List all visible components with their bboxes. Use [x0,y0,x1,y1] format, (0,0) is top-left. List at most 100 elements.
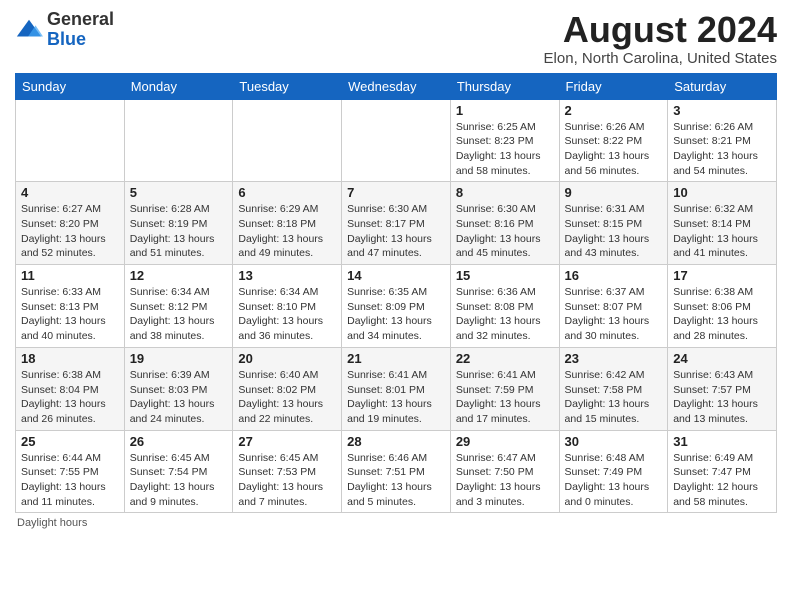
day-info: Sunrise: 6:32 AM Sunset: 8:14 PM Dayligh… [673,202,771,261]
calendar-day-cell: 17 Sunrise: 6:38 AM Sunset: 8:06 PM Dayli… [668,265,777,348]
calendar-week-row: 18 Sunrise: 6:38 AM Sunset: 8:04 PM Dayli… [16,347,777,430]
day-info: Sunrise: 6:47 AM Sunset: 7:50 PM Dayligh… [456,451,554,510]
day-number: 14 [347,268,445,283]
day-info: Sunrise: 6:34 AM Sunset: 8:10 PM Dayligh… [238,285,336,344]
day-info: Sunrise: 6:41 AM Sunset: 7:59 PM Dayligh… [456,368,554,427]
calendar-table: SundayMondayTuesdayWednesdayThursdayFrid… [15,73,777,514]
location-subtitle: Elon, North Carolina, United States [544,50,777,67]
calendar-day-cell: 30Sunrise: 6:48 AM Sunset: 7:49 PM Dayli… [559,430,668,513]
day-number: 18 [21,351,119,366]
calendar-day-cell: 21 Sunrise: 6:41 AM Sunset: 8:01 PM Dayli… [342,347,451,430]
calendar-day-cell: 5Sunrise: 6:28 AM Sunset: 8:19 PM Daylig… [124,182,233,265]
day-number: 22 [456,351,554,366]
logo-icon [15,16,43,44]
day-info: Sunrise: 6:44 AM Sunset: 7:55 PM Dayligh… [21,451,119,510]
calendar-day-cell: 3 Sunrise: 6:26 AM Sunset: 8:21 PM Daylig… [668,99,777,182]
calendar-header-row: SundayMondayTuesdayWednesdayThursdayFrid… [16,73,777,99]
calendar-day-cell: 22 Sunrise: 6:41 AM Sunset: 7:59 PM Dayli… [450,347,559,430]
calendar-day-cell: 8Sunrise: 6:30 AM Sunset: 8:16 PM Daylig… [450,182,559,265]
day-number: 31 [673,434,771,449]
day-info: Sunrise: 6:40 AM Sunset: 8:02 PM Dayligh… [238,368,336,427]
day-info: Sunrise: 6:42 AM Sunset: 7:58 PM Dayligh… [565,368,663,427]
calendar-day-header: Sunday [16,73,125,99]
calendar-day-cell [16,99,125,182]
calendar-day-header: Monday [124,73,233,99]
calendar-day-cell: 31 Sunrise: 6:49 AM Sunset: 7:47 PM Dayli… [668,430,777,513]
day-info: Sunrise: 6:41 AM Sunset: 8:01 PM Dayligh… [347,368,445,427]
calendar-day-cell: 1 Sunrise: 6:25 AM Sunset: 8:23 PM Daylig… [450,99,559,182]
calendar-day-cell: 12Sunrise: 6:34 AM Sunset: 8:12 PM Dayli… [124,265,233,348]
day-number: 26 [130,434,228,449]
day-number: 25 [21,434,119,449]
day-number: 3 [673,103,771,118]
day-number: 21 [347,351,445,366]
day-info: Sunrise: 6:33 AM Sunset: 8:13 PM Dayligh… [21,285,119,344]
day-number: 19 [130,351,228,366]
day-info: Sunrise: 6:45 AM Sunset: 7:54 PM Dayligh… [130,451,228,510]
day-number: 11 [21,268,119,283]
day-info: Sunrise: 6:25 AM Sunset: 8:23 PM Dayligh… [456,120,554,179]
day-info: Sunrise: 6:35 AM Sunset: 8:09 PM Dayligh… [347,285,445,344]
day-info: Sunrise: 6:31 AM Sunset: 8:15 PM Dayligh… [565,202,663,261]
day-info: Sunrise: 6:36 AM Sunset: 8:08 PM Dayligh… [456,285,554,344]
calendar-day-cell: 20 Sunrise: 6:40 AM Sunset: 8:02 PM Dayli… [233,347,342,430]
calendar-day-cell: 16 Sunrise: 6:37 AM Sunset: 8:07 PM Dayli… [559,265,668,348]
day-number: 17 [673,268,771,283]
calendar-day-cell [233,99,342,182]
calendar-day-cell: 13 Sunrise: 6:34 AM Sunset: 8:10 PM Dayli… [233,265,342,348]
day-number: 16 [565,268,663,283]
day-info: Sunrise: 6:34 AM Sunset: 8:12 PM Dayligh… [130,285,228,344]
month-title: August 2024 [544,10,777,50]
day-info: Sunrise: 6:39 AM Sunset: 8:03 PM Dayligh… [130,368,228,427]
day-info: Sunrise: 6:38 AM Sunset: 8:06 PM Dayligh… [673,285,771,344]
day-info: Sunrise: 6:38 AM Sunset: 8:04 PM Dayligh… [21,368,119,427]
day-number: 13 [238,268,336,283]
calendar-day-header: Tuesday [233,73,342,99]
calendar-week-row: 25 Sunrise: 6:44 AM Sunset: 7:55 PM Dayli… [16,430,777,513]
calendar-day-cell: 27 Sunrise: 6:45 AM Sunset: 7:53 PM Dayli… [233,430,342,513]
day-info: Sunrise: 6:26 AM Sunset: 8:21 PM Dayligh… [673,120,771,179]
day-info: Sunrise: 6:27 AM Sunset: 8:20 PM Dayligh… [21,202,119,261]
day-info: Sunrise: 6:37 AM Sunset: 8:07 PM Dayligh… [565,285,663,344]
calendar-day-cell: 14 Sunrise: 6:35 AM Sunset: 8:09 PM Dayli… [342,265,451,348]
calendar-day-cell: 15 Sunrise: 6:36 AM Sunset: 8:08 PM Dayli… [450,265,559,348]
day-info: Sunrise: 6:48 AM Sunset: 7:49 PM Dayligh… [565,451,663,510]
day-info: Sunrise: 6:30 AM Sunset: 8:16 PM Dayligh… [456,202,554,261]
day-number: 20 [238,351,336,366]
calendar-day-cell: 25 Sunrise: 6:44 AM Sunset: 7:55 PM Dayli… [16,430,125,513]
calendar-day-cell: 6Sunrise: 6:29 AM Sunset: 8:18 PM Daylig… [233,182,342,265]
calendar-day-cell [342,99,451,182]
day-info: Sunrise: 6:26 AM Sunset: 8:22 PM Dayligh… [565,120,663,179]
calendar-day-cell: 26 Sunrise: 6:45 AM Sunset: 7:54 PM Dayli… [124,430,233,513]
day-info: Sunrise: 6:45 AM Sunset: 7:53 PM Dayligh… [238,451,336,510]
calendar-day-header: Friday [559,73,668,99]
calendar-day-header: Wednesday [342,73,451,99]
day-number: 1 [456,103,554,118]
day-number: 29 [456,434,554,449]
calendar-day-cell: 28 Sunrise: 6:46 AM Sunset: 7:51 PM Dayli… [342,430,451,513]
day-info: Sunrise: 6:49 AM Sunset: 7:47 PM Dayligh… [673,451,771,510]
calendar-day-cell: 4Sunrise: 6:27 AM Sunset: 8:20 PM Daylig… [16,182,125,265]
calendar-week-row: 4Sunrise: 6:27 AM Sunset: 8:20 PM Daylig… [16,182,777,265]
calendar-day-cell: 11 Sunrise: 6:33 AM Sunset: 8:13 PM Dayli… [16,265,125,348]
calendar-day-cell: 9Sunrise: 6:31 AM Sunset: 8:15 PM Daylig… [559,182,668,265]
calendar-day-header: Saturday [668,73,777,99]
day-number: 24 [673,351,771,366]
title-block: August 2024 Elon, North Carolina, United… [544,10,777,67]
logo-text: General Blue [47,10,114,50]
calendar-day-cell: 23 Sunrise: 6:42 AM Sunset: 7:58 PM Dayli… [559,347,668,430]
logo: General Blue [15,10,114,50]
day-number: 15 [456,268,554,283]
day-number: 27 [238,434,336,449]
day-info: Sunrise: 6:30 AM Sunset: 8:17 PM Dayligh… [347,202,445,261]
day-number: 23 [565,351,663,366]
day-number: 28 [347,434,445,449]
calendar-week-row: 1 Sunrise: 6:25 AM Sunset: 8:23 PM Daylig… [16,99,777,182]
calendar-day-cell [124,99,233,182]
day-info: Sunrise: 6:46 AM Sunset: 7:51 PM Dayligh… [347,451,445,510]
calendar-day-cell: 10 Sunrise: 6:32 AM Sunset: 8:14 PM Dayli… [668,182,777,265]
day-number: 10 [673,185,771,200]
logo-blue: Blue [47,29,86,49]
calendar-day-cell: 18 Sunrise: 6:38 AM Sunset: 8:04 PM Dayli… [16,347,125,430]
calendar-day-header: Thursday [450,73,559,99]
